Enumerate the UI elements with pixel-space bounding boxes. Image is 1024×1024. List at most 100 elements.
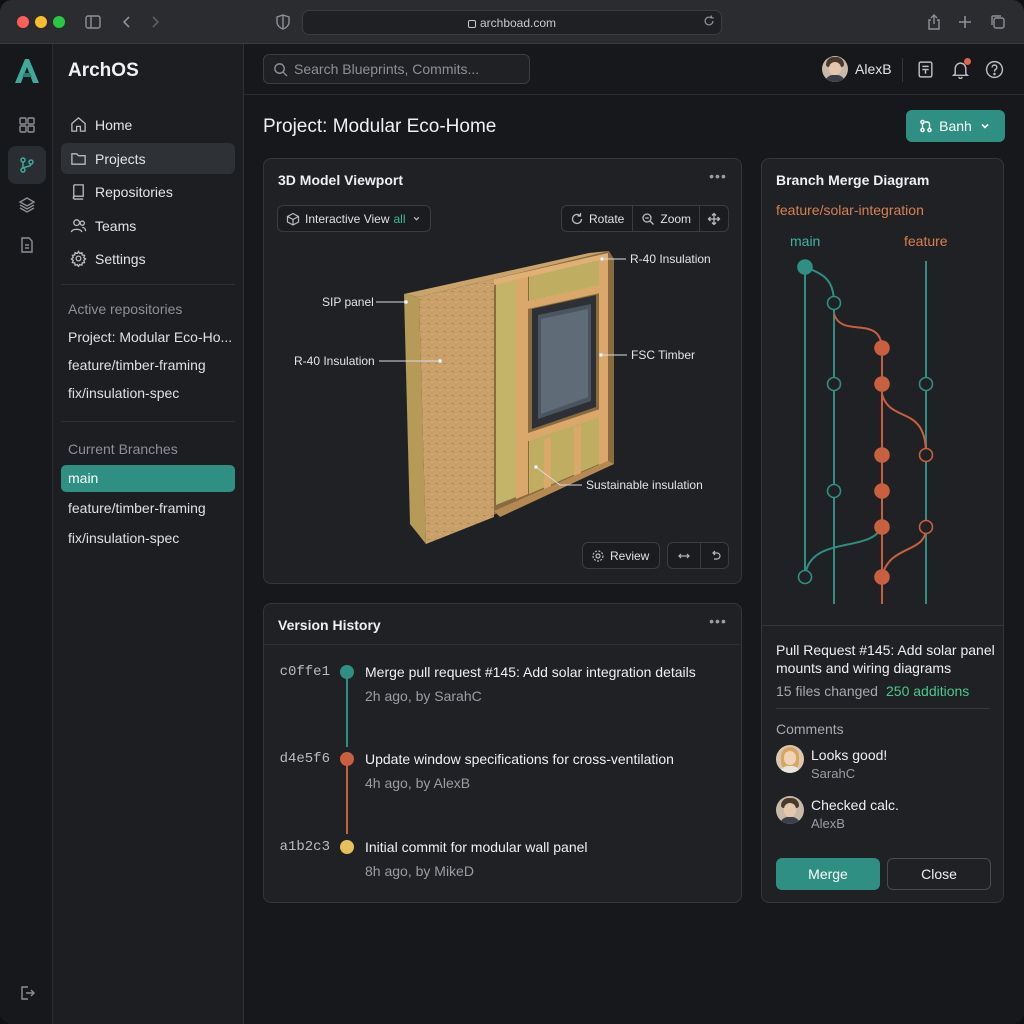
active-repo-item[interactable]: Project: Modular Eco-Ho... bbox=[68, 329, 232, 345]
commit-message: Merge pull request #145: Add solar integ… bbox=[365, 664, 696, 680]
commit-hash: a1b2c3 bbox=[279, 839, 330, 855]
lock-icon bbox=[467, 20, 476, 28]
commit-dot bbox=[340, 840, 354, 854]
merge-button[interactable]: Merge bbox=[776, 858, 880, 890]
card-divider bbox=[264, 644, 741, 645]
reset-view-button[interactable] bbox=[700, 543, 731, 568]
avatar bbox=[776, 796, 804, 824]
viewport-card: 3D Model Viewport ••• Interactive View a… bbox=[263, 158, 742, 584]
app-window: archboad.com ArchOS Home Projects Reposi… bbox=[0, 0, 1024, 1024]
undo-icon bbox=[712, 550, 721, 560]
folder-icon bbox=[71, 153, 86, 165]
pr-title-line2: mounts and wiring diagrams bbox=[776, 660, 952, 676]
main-content: Search Blueprints, Commits... AlexB Proj… bbox=[244, 44, 1024, 1024]
branch-dropdown-button[interactable]: Banh bbox=[906, 110, 1005, 142]
fit-width-button[interactable] bbox=[668, 543, 700, 568]
close-window-button[interactable] bbox=[17, 16, 29, 28]
review-button[interactable]: Review bbox=[582, 542, 660, 569]
nav-projects-label: Projects bbox=[95, 150, 146, 167]
share-icon[interactable] bbox=[925, 13, 943, 31]
branch-button-label: Banh bbox=[939, 118, 972, 134]
branch-item[interactable]: fix/insulation-spec bbox=[61, 525, 235, 552]
lane-label-feature: feature bbox=[904, 233, 948, 249]
comment-author: SarahC bbox=[811, 766, 856, 781]
commit-dot bbox=[340, 665, 354, 679]
nav-settings[interactable]: Settings bbox=[61, 243, 235, 274]
current-branches-title: Current Branches bbox=[68, 441, 178, 457]
address-bar[interactable]: archboad.com bbox=[302, 10, 722, 35]
icon-rail bbox=[0, 44, 53, 1024]
reload-icon[interactable] bbox=[702, 14, 716, 28]
book-icon bbox=[72, 184, 84, 200]
shield-icon[interactable] bbox=[274, 13, 292, 31]
pr-title[interactable]: Pull Request #145: Add solar panel mount… bbox=[776, 641, 995, 677]
maximize-window-button[interactable] bbox=[53, 16, 65, 28]
sidebar-divider bbox=[61, 284, 235, 285]
avatar bbox=[776, 745, 804, 773]
back-arrow-icon[interactable] bbox=[118, 13, 136, 31]
commit-meta: 8h ago, by MikeD bbox=[365, 863, 474, 879]
commit-meta: 4h ago, by AlexB bbox=[365, 775, 471, 791]
branch-merge-card: Branch Merge Diagram feature/solar-integ… bbox=[761, 158, 1004, 903]
search-placeholder: Search Blueprints, Commits... bbox=[294, 61, 480, 77]
review-label: Review bbox=[610, 548, 650, 563]
nav-teams[interactable]: Teams bbox=[61, 210, 235, 241]
nav-projects[interactable]: Projects bbox=[61, 143, 235, 174]
nav-home[interactable]: Home bbox=[61, 109, 235, 140]
branch-item-main[interactable]: main bbox=[61, 465, 235, 492]
active-repositories-title: Active repositories bbox=[68, 301, 183, 317]
forward-arrow-icon[interactable] bbox=[146, 13, 164, 31]
git-pull-request-icon bbox=[920, 119, 932, 133]
logout-icon[interactable] bbox=[8, 974, 46, 1012]
help-icon[interactable] bbox=[985, 60, 1004, 79]
version-history-card: Version History ••• c0ffe1 Merge pull re… bbox=[263, 603, 742, 903]
minimize-window-button[interactable] bbox=[35, 16, 47, 28]
files-changed: 15 files changed bbox=[776, 683, 878, 699]
branch-graph[interactable] bbox=[762, 254, 1003, 606]
app-logo[interactable] bbox=[12, 56, 42, 86]
nav-repositories[interactable]: Repositories bbox=[61, 176, 235, 207]
callout-r40-left: R-40 Insulation bbox=[294, 354, 375, 368]
sidebar-toggle-icon[interactable] bbox=[84, 13, 102, 31]
users-icon bbox=[70, 219, 87, 233]
callout-fsc-timber: FSC Timber bbox=[631, 348, 696, 362]
comments-title: Comments bbox=[776, 721, 844, 737]
nav-teams-label: Teams bbox=[95, 217, 137, 234]
document-icon[interactable] bbox=[916, 60, 935, 79]
top-bar: Search Blueprints, Commits... AlexB bbox=[244, 44, 1024, 95]
commit-hash: d4e5f6 bbox=[279, 751, 330, 767]
active-repo-item[interactable]: feature/timber-framing bbox=[68, 357, 206, 373]
dashboard-grid-icon[interactable] bbox=[8, 106, 46, 144]
layers-icon[interactable] bbox=[8, 186, 46, 224]
close-button[interactable]: Close bbox=[887, 858, 991, 890]
additions-count: 250 additions bbox=[886, 683, 970, 699]
topbar-divider bbox=[902, 58, 903, 82]
search-icon bbox=[274, 62, 288, 77]
timeline-connector bbox=[346, 679, 348, 747]
branch-name: feature/solar-integration bbox=[776, 202, 924, 218]
callout-r40-top: R-40 Insulation bbox=[630, 252, 711, 266]
app-name: ArchOS bbox=[68, 60, 139, 81]
timeline-connector bbox=[346, 766, 348, 834]
callout-sip-panel: SIP panel bbox=[322, 295, 374, 309]
new-tab-icon[interactable] bbox=[956, 13, 974, 31]
commit-hash: c0ffe1 bbox=[279, 664, 330, 680]
branch-merge-title: Branch Merge Diagram bbox=[776, 172, 930, 188]
notification-badge bbox=[964, 58, 971, 65]
tabs-overview-icon[interactable] bbox=[989, 13, 1007, 31]
branch-item[interactable]: feature/timber-framing bbox=[61, 495, 235, 522]
more-options-icon[interactable]: ••• bbox=[708, 614, 728, 630]
document-report-icon[interactable] bbox=[8, 226, 46, 264]
card-divider bbox=[776, 708, 990, 709]
active-repo-item[interactable]: fix/insulation-spec bbox=[68, 385, 179, 401]
version-history-title: Version History bbox=[278, 617, 381, 633]
search-input[interactable]: Search Blueprints, Commits... bbox=[263, 54, 530, 84]
nav-home-label: Home bbox=[95, 116, 133, 133]
git-branch-icon[interactable] bbox=[8, 146, 46, 184]
arrows-horizontal-icon bbox=[678, 553, 690, 558]
user-menu[interactable]: AlexB bbox=[822, 56, 892, 82]
sidebar: ArchOS Home Projects Repositories Teams … bbox=[53, 44, 244, 1024]
commit-meta: 2h ago, by SarahC bbox=[365, 688, 482, 704]
comment-text: Looks good! bbox=[811, 747, 888, 763]
avatar bbox=[822, 56, 848, 82]
